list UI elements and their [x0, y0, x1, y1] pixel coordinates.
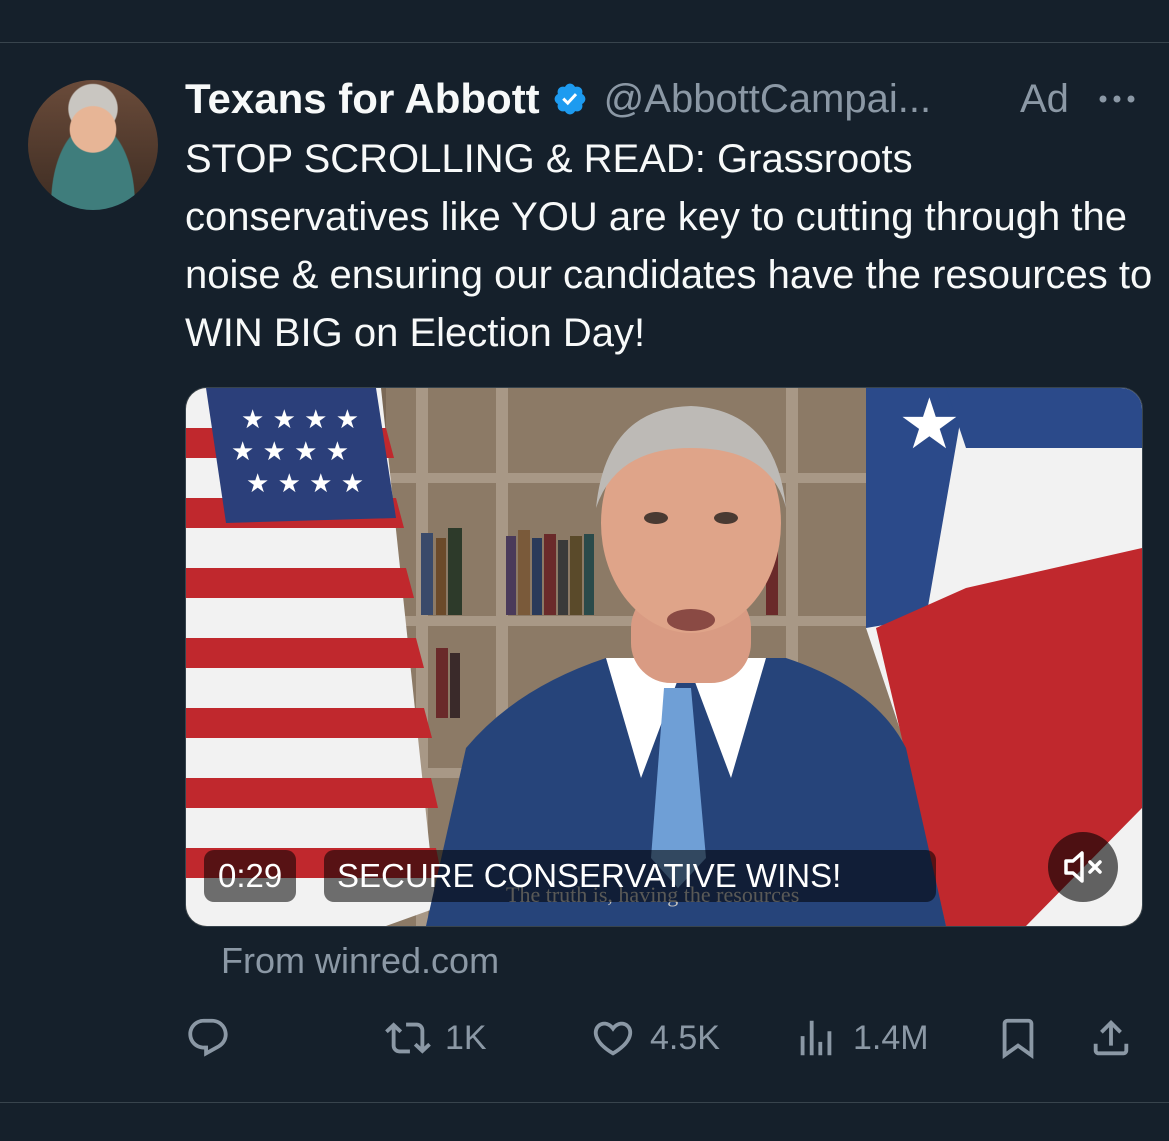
speaker-muted-icon [1064, 851, 1102, 883]
views-chart-icon [800, 1020, 832, 1056]
display-name[interactable]: Texans for Abbott [185, 75, 540, 123]
action-bar: 1K 4.5K 1.4M [185, 1008, 1145, 1068]
retweet-icon [385, 1022, 431, 1054]
video-timecode: 0:29 [204, 850, 297, 902]
bookmark-button[interactable] [995, 1008, 1041, 1068]
bottom-divider [0, 1102, 1169, 1103]
tweet-header: Texans for Abbott @AbbottCampai... [185, 74, 931, 124]
ad-label: Ad [1020, 77, 1069, 121]
share-button[interactable] [1088, 1008, 1134, 1068]
more-options-icon[interactable] [1097, 84, 1137, 114]
avatar[interactable] [28, 80, 158, 210]
svg-text:★ ★ ★ ★: ★ ★ ★ ★ [231, 437, 349, 467]
verified-badge-icon [554, 83, 586, 115]
video-headline[interactable]: SECURE CONSERVATIVE WINS! [324, 850, 936, 902]
reply-button[interactable] [185, 1008, 231, 1068]
retweet-count: 1K [445, 1018, 487, 1057]
ad-source-link[interactable]: From winred.com [221, 940, 499, 982]
handle[interactable]: @AbbottCampai... [604, 77, 931, 122]
views-button[interactable]: 1.4M [793, 1008, 929, 1068]
top-divider [0, 42, 1169, 43]
share-icon [1093, 1019, 1129, 1056]
svg-text:★: ★ [898, 388, 961, 465]
tweet-text: STOP SCROLLING & READ: Grassroots conser… [185, 137, 1164, 355]
video-player[interactable]: ★ ★ ★ ★ ★ ★ ★ ★ ★ ★ ★ ★ ★ 0:29 SECURE CO… [185, 387, 1143, 927]
views-count: 1.4M [853, 1018, 929, 1057]
like-button[interactable]: 4.5K [590, 1008, 720, 1068]
bookmark-icon [1002, 1018, 1034, 1059]
svg-text:★ ★ ★ ★: ★ ★ ★ ★ [241, 405, 359, 435]
retweet-button[interactable]: 1K [385, 1008, 487, 1068]
svg-text:★ ★ ★ ★: ★ ★ ★ ★ [246, 469, 364, 499]
reply-icon [188, 1018, 228, 1057]
video-frame: ★ ★ ★ ★ ★ ★ ★ ★ ★ ★ ★ ★ ★ [186, 388, 1142, 926]
timeline: Texans for Abbott @AbbottCampai... Ad ST… [0, 0, 1169, 1141]
heart-icon [593, 1021, 633, 1056]
like-count: 4.5K [650, 1018, 720, 1057]
mute-button[interactable] [1048, 832, 1118, 902]
